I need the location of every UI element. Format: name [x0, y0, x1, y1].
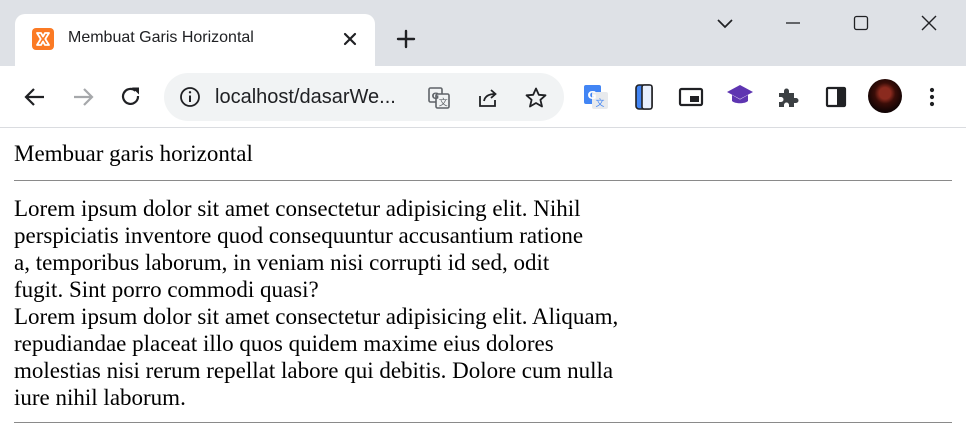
reload-icon: [121, 87, 140, 105]
graduation-cap-icon: [727, 85, 753, 104]
forward-arrow-icon: [74, 88, 94, 106]
paragraph-line: a, temporibus laborum, in veniam nisi co…: [14, 250, 550, 275]
education-extension[interactable]: [726, 81, 754, 109]
lorem-paragraph: Lorem ipsum dolor sit amet consectetur a…: [14, 195, 664, 411]
extensions-button[interactable]: [774, 83, 802, 111]
minimize-button[interactable]: [770, 8, 816, 38]
browser-toolbar: localhost/dasarWe... G 文 G 文: [0, 66, 966, 182]
svg-text:文: 文: [596, 97, 605, 109]
page-content: Membuar garis horizontal Lorem ipsum dol…: [0, 129, 966, 440]
kebab-menu-icon: [929, 87, 935, 107]
forward-button[interactable]: [69, 83, 97, 111]
browser-menu-button[interactable]: [918, 83, 946, 111]
maximize-icon: [853, 15, 869, 31]
info-icon[interactable]: [179, 86, 201, 108]
address-bar[interactable]: localhost/dasarWe... G 文: [164, 73, 564, 121]
google-translate-extension[interactable]: G 文: [582, 83, 610, 111]
horizontal-rule-bottom: [14, 422, 952, 423]
back-arrow-icon: [24, 88, 44, 106]
page-heading: Membuar garis horizontal: [14, 141, 253, 166]
close-icon[interactable]: [340, 29, 360, 49]
tab-title: Membuat Garis Horizontal: [68, 29, 254, 46]
puzzle-icon: [779, 88, 799, 107]
phone-icon: [635, 84, 653, 110]
paragraph-line: repudiandae placeat illo quos quidem max…: [14, 331, 554, 356]
google-translate-icon: G 文: [584, 85, 608, 109]
back-button[interactable]: [21, 83, 49, 111]
tab-strip: Membuat Garis Horizontal: [0, 0, 966, 66]
horizontal-rule-top: [14, 180, 952, 181]
svg-text:文: 文: [439, 97, 448, 109]
translate-icon[interactable]: G 文: [427, 86, 451, 110]
profile-avatar[interactable]: [868, 79, 902, 113]
active-tab[interactable]: Membuat Garis Horizontal: [15, 14, 375, 66]
share-icon[interactable]: [476, 86, 500, 110]
maximize-button[interactable]: [838, 8, 884, 38]
close-icon: [921, 15, 937, 31]
reload-button[interactable]: [117, 83, 145, 111]
tab-search-button[interactable]: [702, 8, 748, 38]
paragraph-line: Lorem ipsum dolor sit amet consectetur a…: [14, 304, 619, 329]
picture-in-picture-icon: [678, 87, 704, 107]
window-close-button[interactable]: [906, 8, 952, 38]
minimize-icon: [786, 22, 800, 24]
paragraph-line: perspiciatis inventore quod consequuntur…: [14, 223, 584, 248]
side-panel-button[interactable]: [822, 83, 850, 111]
xampp-favicon-icon: [32, 28, 54, 50]
device-extension[interactable]: [630, 83, 658, 111]
paragraph-line: Lorem ipsum dolor sit amet consectetur a…: [14, 196, 581, 221]
paragraph-line: iure nihil laborum.: [14, 385, 186, 410]
url-text[interactable]: localhost/dasarWe...: [215, 86, 396, 109]
star-icon[interactable]: [524, 86, 548, 110]
paragraph-line: molestias nisi rerum repellat labore qui…: [14, 358, 614, 383]
paragraph-line: fugit. Sint porro commodi quasi?: [14, 277, 319, 302]
chevron-down-icon: [717, 19, 733, 29]
plus-icon[interactable]: [394, 27, 418, 51]
side-panel-icon: [825, 86, 847, 108]
picture-in-picture-extension[interactable]: [677, 83, 705, 111]
